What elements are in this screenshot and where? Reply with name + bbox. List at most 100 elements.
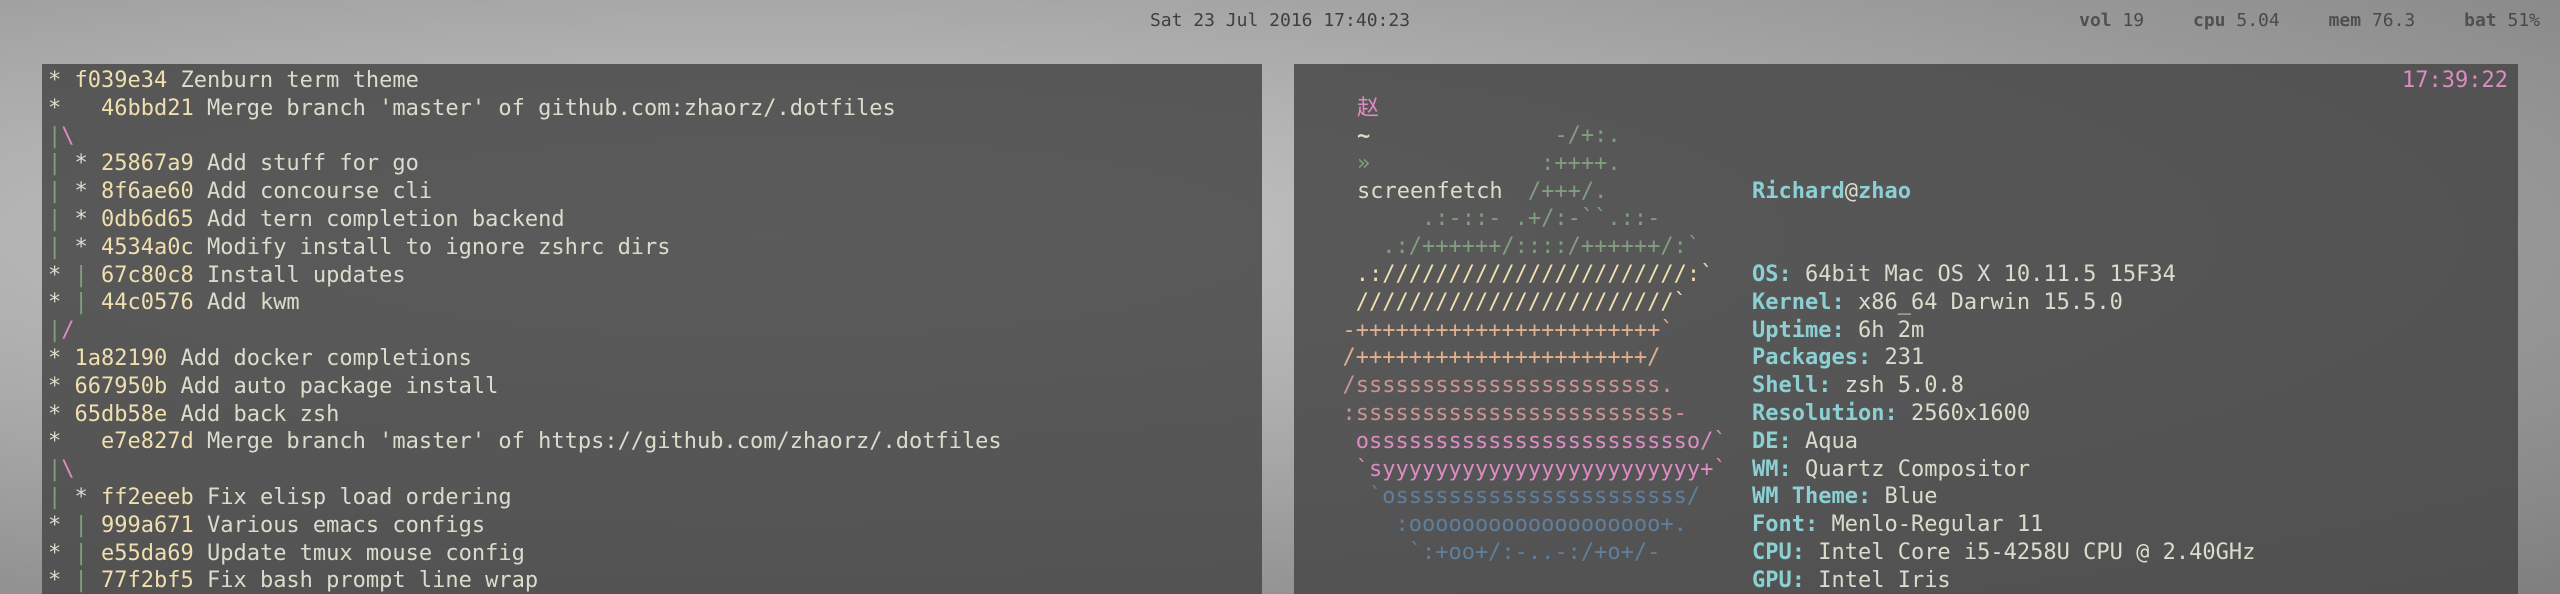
info-key: Font:	[1752, 512, 1819, 538]
graph-char	[61, 68, 74, 93]
info-key: DE:	[1752, 428, 1792, 454]
commit-message: Fix elisp load ordering	[193, 484, 512, 510]
graph-char	[88, 263, 101, 288]
commit-hash: e55da69	[101, 540, 194, 566]
info-value: 64bit Mac OS X 10.11.5 15F34	[1791, 261, 2176, 287]
info-value: Aqua	[1791, 428, 1858, 454]
graph-char: *	[74, 151, 88, 177]
graph-char: |	[48, 234, 62, 260]
ascii-art-line: ////////////////////////`	[1316, 289, 1687, 315]
prompt-user-glyph: 赵	[1356, 95, 1379, 121]
info-row: Uptime: 6h 2m	[1752, 317, 2255, 345]
graph-char	[88, 290, 101, 315]
ascii-art-line: :ssssssssssssssssssssssss-	[1316, 400, 1687, 426]
terminal-pane-screenfetch[interactable]: 赵 ~ » screenfetch 17:39:22 -/+:. :++++. …	[1294, 64, 2518, 594]
graph-char	[61, 374, 74, 399]
stat-bat: bat 51%	[2464, 10, 2540, 31]
git-log-line: * f039e34 Zenburn term theme	[48, 67, 1002, 95]
git-log-line: * | 44c0576 Add kwm	[48, 289, 1002, 317]
git-log-line: * 65db58e Add back zsh	[48, 401, 1002, 429]
graph-char	[61, 429, 74, 454]
graph-char: |	[48, 457, 62, 483]
commit-message: Add tern completion backend	[193, 206, 565, 232]
git-graph: * |	[48, 290, 101, 315]
stat-cpu: cpu 5.04	[2193, 10, 2280, 31]
commit-hash: 44c0576	[101, 290, 194, 316]
commit-hash: 8f6ae60	[101, 179, 194, 205]
graph-char	[61, 290, 74, 315]
info-key: Kernel:	[1752, 289, 1845, 315]
graph-char	[88, 207, 101, 232]
graph-char	[88, 429, 101, 454]
info-row: Kernel: x86_64 Darwin 15.5.0	[1752, 289, 2255, 317]
git-graph: *	[48, 96, 101, 121]
git-graph: | *	[48, 207, 101, 232]
graph-char: *	[48, 373, 62, 399]
commit-message: Fix bash prompt line wrap	[193, 568, 539, 594]
info-key: Packages:	[1752, 345, 1872, 371]
info-value: Intel Core i5-4258U CPU @ 2.40GHz	[1804, 539, 2256, 565]
top-status-bar: Sat 23 Jul 2016 17:40:23 vol 19 cpu 5.04…	[0, 0, 2560, 44]
git-log-line: * | 67c80c8 Install updates	[48, 262, 1002, 290]
git-log-line: | * ff2eeeb Fix elisp load ordering	[48, 484, 1002, 512]
commit-message: Merge branch 'master' of https://github.…	[193, 429, 1002, 455]
info-row: OS: 64bit Mac OS X 10.11.5 15F34	[1752, 261, 2255, 289]
terminal-pane-git-log[interactable]: * f039e34 Zenburn term theme * 46bbd21 Me…	[42, 64, 1262, 594]
info-row: WM: Quartz Compositor	[1752, 456, 2255, 484]
commit-message: Add auto package install	[167, 373, 499, 399]
git-log-line: |/	[48, 317, 1002, 345]
ascii-art-line: `ossssssssssssssssssssss/	[1316, 484, 1701, 510]
git-log-line: * 46bbd21 Merge branch 'master' of githu…	[48, 95, 1002, 123]
git-graph: *	[48, 402, 75, 427]
git-log-line: * | 999a671 Various emacs configs	[48, 512, 1002, 540]
stat-mem: mem 76.3	[2328, 10, 2416, 31]
info-value: Intel Iris	[1804, 567, 1951, 593]
commit-message: Update tmux mouse config	[193, 540, 525, 566]
commit-message: Modify install to ignore zshrc dirs	[193, 234, 671, 260]
info-row: CPU: Intel Core i5-4258U CPU @ 2.40GHz	[1752, 539, 2255, 567]
ascii-art-line: -/+:.	[1316, 123, 1621, 148]
ascii-art-line: .:///////////////////////:`	[1316, 261, 1714, 287]
info-row: Resolution: 2560x1600	[1752, 400, 2255, 428]
git-graph: * |	[48, 263, 101, 288]
git-graph: |\	[48, 124, 75, 149]
graph-char: *	[48, 262, 62, 288]
info-key: CPU:	[1752, 539, 1805, 565]
graph-char: \	[61, 457, 75, 483]
graph-char	[88, 541, 101, 566]
git-graph: *	[48, 346, 75, 371]
graph-char	[75, 96, 88, 121]
graph-char: *	[74, 179, 88, 205]
git-log-line: | * 0db6d65 Add tern completion backend	[48, 206, 1002, 234]
info-row: GPU: Intel Iris	[1752, 567, 2255, 594]
commit-hash: 0db6d65	[101, 206, 194, 232]
graph-char	[61, 402, 74, 427]
commit-hash: 4534a0c	[101, 234, 194, 260]
graph-char: *	[48, 568, 62, 594]
graph-char: *	[48, 429, 62, 455]
info-key: Resolution:	[1752, 400, 1898, 426]
ascii-art-line: -+++++++++++++++++++++++`	[1316, 317, 1674, 343]
info-row: Shell: zsh 5.0.8	[1752, 372, 2255, 400]
graph-char: |	[74, 262, 88, 288]
git-log-line: | * 8f6ae60 Add concourse cli	[48, 178, 1002, 206]
info-key: WM Theme:	[1752, 484, 1872, 510]
graph-char	[88, 513, 101, 538]
commit-hash: e7e827d	[101, 429, 194, 455]
commit-message: Add kwm	[193, 290, 300, 316]
graph-char: *	[74, 206, 88, 232]
graph-char: |	[74, 290, 88, 316]
commit-hash: 999a671	[101, 512, 194, 538]
info-row: DE: Aqua	[1752, 428, 2255, 456]
info-key: Uptime:	[1752, 317, 1845, 343]
graph-char	[88, 568, 101, 593]
graph-char	[61, 151, 74, 176]
graph-char	[61, 513, 74, 538]
git-graph: | *	[48, 151, 101, 176]
info-row: Packages: 231	[1752, 344, 2255, 372]
commit-hash: 46bbd21	[101, 95, 194, 121]
graph-char: /	[61, 318, 75, 344]
graph-char	[88, 96, 101, 121]
graph-char	[88, 485, 101, 510]
info-key: WM:	[1752, 456, 1792, 482]
